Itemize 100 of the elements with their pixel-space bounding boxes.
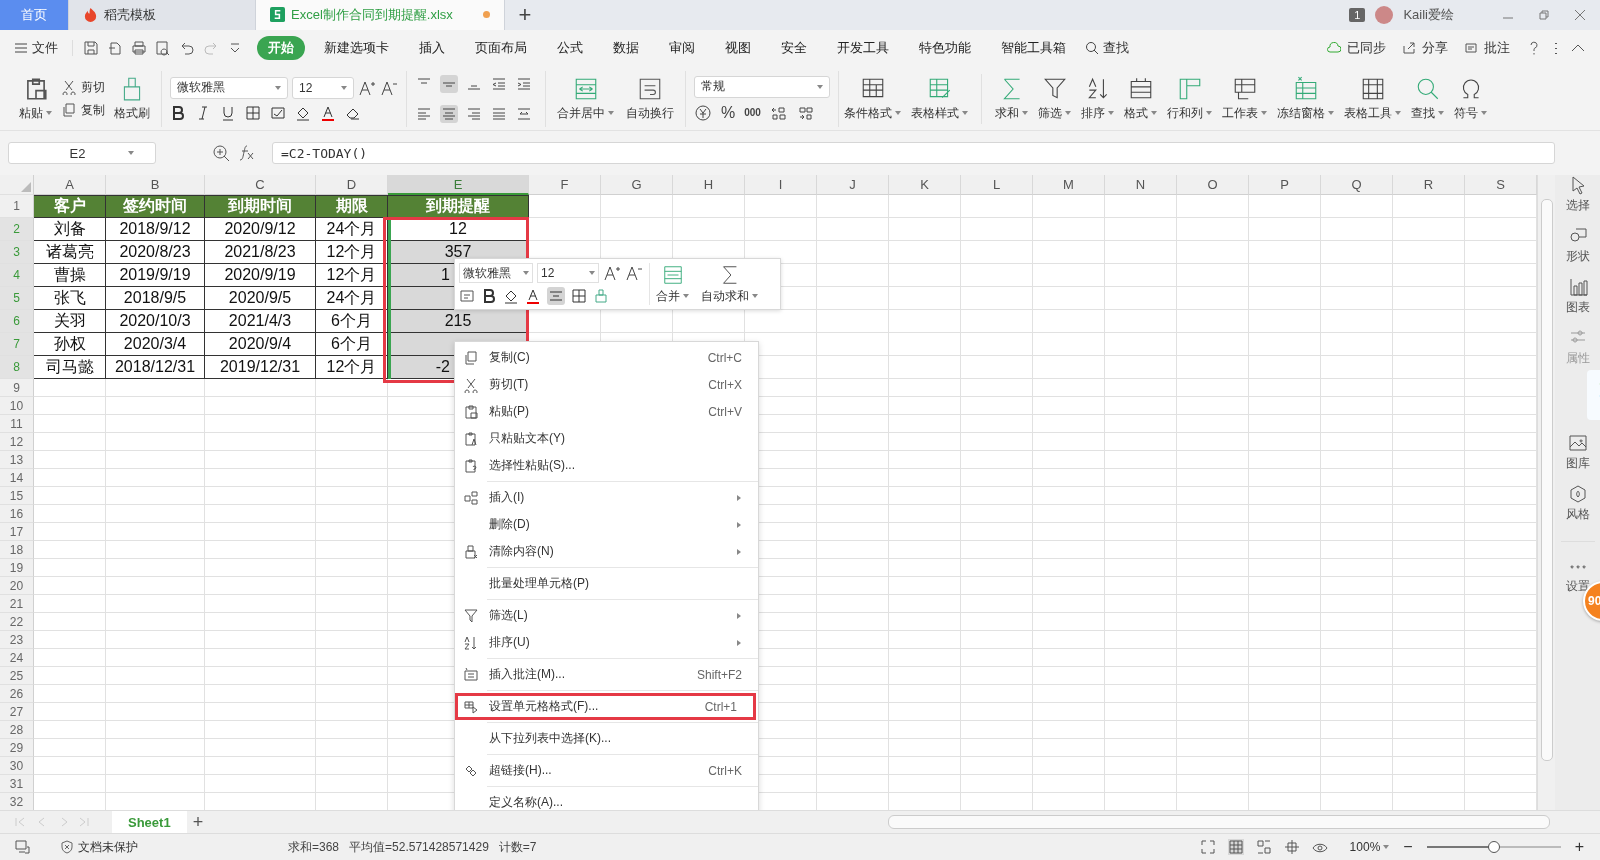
font-dropdown[interactable]: 微软雅黑 <box>170 76 288 99</box>
row-header[interactable]: 25 <box>0 667 34 686</box>
menu-item[interactable]: 筛选(L) <box>455 602 758 630</box>
toolbar-action[interactable]: 分享 <box>1422 39 1452 58</box>
ribbon-tab[interactable]: 公式 <box>546 36 594 61</box>
row-header[interactable]: 11 <box>0 415 34 434</box>
font-dropdown[interactable]: 微软雅黑 <box>459 263 533 284</box>
zoom-icon[interactable] <box>212 144 230 163</box>
merge-center-button[interactable]: 合并居中 <box>557 104 614 122</box>
column-header[interactable]: E <box>388 175 529 196</box>
menu-item[interactable]: 复制(C) Ctrl+C <box>455 344 758 372</box>
row-header[interactable]: 20 <box>0 577 34 596</box>
reading-mode-icon[interactable] <box>1283 839 1300 856</box>
underline-icon[interactable] <box>220 104 236 121</box>
row-header[interactable]: 13 <box>0 451 34 470</box>
ribbon-tool-button[interactable]: 条件格式 <box>844 104 901 122</box>
row-header[interactable]: 18 <box>0 541 34 560</box>
sidebar-item[interactable]: 选择 <box>1565 197 1590 215</box>
ribbon-tool-button[interactable]: 查找 <box>1411 104 1444 122</box>
cut-button[interactable]: 剪切 <box>81 78 105 96</box>
protection-status[interactable]: 文档未保护 <box>78 838 138 856</box>
menu-item[interactable]: 批量处理单元格(P) <box>455 570 758 598</box>
ribbon-tool-button[interactable]: 求和 <box>995 104 1028 122</box>
row-header[interactable]: 21 <box>0 595 34 614</box>
hexagon-icon[interactable] <box>1567 484 1588 505</box>
format-painter-button[interactable]: 格式刷 <box>114 104 150 122</box>
ribbon-tab[interactable]: 特色功能 <box>908 36 982 61</box>
toolbar-action[interactable]: 已同步 <box>1347 39 1390 58</box>
ribbon-tool-button[interactable]: 符号 <box>1454 104 1487 122</box>
borders-icon[interactable] <box>245 104 261 121</box>
column-header[interactable]: B <box>106 175 205 196</box>
vertical-scrollbar[interactable] <box>1537 175 1555 811</box>
ribbon-tab[interactable]: 数据 <box>602 36 650 61</box>
horizontal-scrollbar[interactable] <box>888 815 1550 830</box>
row-header[interactable]: 30 <box>0 757 34 776</box>
row-header[interactable]: 1 <box>0 195 34 219</box>
comment-icon[interactable] <box>1464 41 1478 56</box>
search-button[interactable]: 查找 <box>1103 39 1133 58</box>
menu-item[interactable]: 从下拉列表中选择(K)... <box>455 725 758 753</box>
avatar-icon[interactable] <box>1375 5 1394 24</box>
menu-item[interactable]: 超链接(H)... Ctrl+K <box>455 757 758 785</box>
menu-item[interactable]: 插入批注(M)... Shift+F2 <box>455 661 758 689</box>
currency-icon[interactable] <box>694 103 712 122</box>
image-icon[interactable] <box>1567 433 1588 454</box>
row-header[interactable]: 32 <box>0 793 34 811</box>
percent-button[interactable]: % <box>721 103 736 122</box>
menu-icon[interactable] <box>14 41 28 56</box>
menu-item[interactable]: 插入(I) <box>455 484 758 512</box>
font-size-dropdown[interactable]: 12 <box>537 263 599 284</box>
undo-icon[interactable] <box>179 40 195 57</box>
column-header[interactable]: P <box>1249 175 1321 196</box>
borders-icon[interactable] <box>571 288 587 305</box>
file-menu[interactable]: 文件 <box>32 39 62 58</box>
preview-icon[interactable] <box>155 40 171 57</box>
ribbon-tab[interactable]: 安全 <box>770 36 818 61</box>
document-tab[interactable]: Excel制作合同到期提醒.xlsx <box>256 0 505 30</box>
zoom-in-button[interactable]: + <box>1572 838 1586 857</box>
column-header[interactable]: A <box>34 175 106 196</box>
function-icon[interactable] <box>238 144 256 163</box>
mini-toolbar-button[interactable]: 自动求和 <box>701 287 758 305</box>
row-header[interactable]: 26 <box>0 685 34 704</box>
grow-font-icon[interactable] <box>603 264 621 283</box>
sidebar-item[interactable]: 图库 <box>1565 455 1590 473</box>
toolbar-action[interactable]: 批注 <box>1484 39 1514 58</box>
menu-item[interactable]: 设置单元格格式(F)... Ctrl+1 <box>455 693 756 721</box>
row-header[interactable]: 24 <box>0 649 34 668</box>
sidebar-item[interactable]: 图表 <box>1565 299 1590 317</box>
shrink-font-icon[interactable] <box>625 264 643 283</box>
column-header[interactable]: M <box>1033 175 1105 196</box>
row-header[interactable]: 14 <box>0 469 34 488</box>
copy-button[interactable]: 复制 <box>81 101 105 119</box>
row-header[interactable]: 23 <box>0 631 34 650</box>
row-header[interactable]: 22 <box>0 613 34 632</box>
scissors-icon[interactable] <box>61 79 77 95</box>
ribbon-tab[interactable]: 视图 <box>714 36 762 61</box>
copy-icon[interactable] <box>61 102 77 118</box>
bold-icon[interactable] <box>481 288 497 305</box>
name-box[interactable]: E2 <box>8 142 156 165</box>
menu-item[interactable]: 定义名称(A)... <box>455 789 758 811</box>
save-icon[interactable] <box>83 40 99 57</box>
row-header[interactable]: 28 <box>0 721 34 740</box>
column-header[interactable]: S <box>1465 175 1537 196</box>
menu-item[interactable]: 删除(D) <box>455 511 758 539</box>
column-header[interactable]: R <box>1393 175 1465 196</box>
menu-item[interactable]: 排序(U) <box>455 629 758 657</box>
user-name[interactable]: Kaili爱绘 <box>1403 5 1454 24</box>
export-icon[interactable] <box>107 40 123 57</box>
shield-icon[interactable] <box>60 840 74 855</box>
add-sheet-button[interactable]: + <box>186 810 210 834</box>
ribbon-tool-button[interactable]: 工作表 <box>1222 104 1267 122</box>
merge-cells-icon[interactable] <box>661 263 684 286</box>
window-count-badge[interactable]: 1 <box>1349 7 1366 22</box>
thousands-button[interactable]: 000 <box>744 107 761 118</box>
column-header[interactable]: J <box>817 175 889 196</box>
ribbon-tab[interactable]: 智能工具箱 <box>990 36 1077 61</box>
normal-view-icon[interactable] <box>1227 839 1244 856</box>
column-header[interactable]: O <box>1177 175 1249 196</box>
font-color-icon[interactable] <box>525 288 541 305</box>
ribbon-tool-button[interactable]: 冻结窗格 <box>1277 104 1334 122</box>
row-header[interactable]: 17 <box>0 523 34 542</box>
